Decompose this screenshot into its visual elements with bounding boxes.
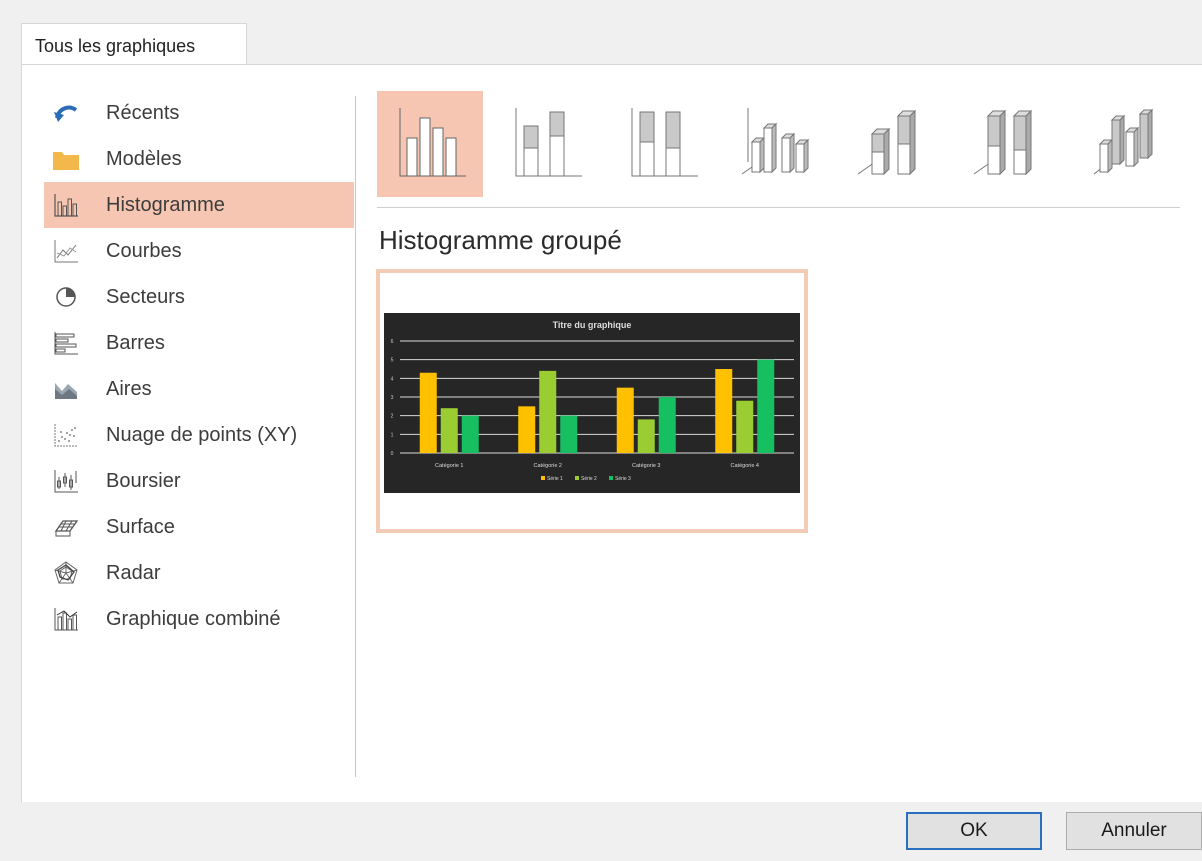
category-radar[interactable]: Radar <box>44 550 354 596</box>
preview-chart-svg: 0 1 2 3 4 5 6 Catégorie 1 Catégorie 2 Catégorie 3… <box>384 313 800 493</box>
undo-arrow-icon <box>52 99 80 127</box>
category-column[interactable]: Histogramme <box>44 182 354 228</box>
column-chart-icon <box>52 191 80 219</box>
y-tick-label: 1 <box>391 432 394 438</box>
category-recent[interactable]: Récents <box>44 90 354 136</box>
category-bar[interactable]: Barres <box>44 320 354 366</box>
category-label: Courbes <box>106 239 182 262</box>
category-pie[interactable]: Secteurs <box>44 274 354 320</box>
category-label: Boursier <box>106 469 181 492</box>
category-divider <box>355 96 356 777</box>
legend-swatch <box>609 476 613 480</box>
radar-chart-icon <box>52 559 80 587</box>
3d-stacked-column-icon <box>854 102 934 187</box>
category-label: Secteurs <box>106 285 185 308</box>
stacked-100-column-icon <box>622 102 702 187</box>
subtype-clustered-column[interactable] <box>377 91 483 197</box>
chart-category-list: Récents Modèles Histogramme Courbes Sect… <box>44 90 354 642</box>
bar <box>736 400 754 453</box>
y-tick-label: 2 <box>391 414 394 420</box>
category-label: Modèles <box>106 147 182 170</box>
bar <box>440 408 458 453</box>
subtype-3d-clustered-column[interactable] <box>725 91 831 197</box>
legend-label: Série 1 <box>547 476 563 482</box>
category-label: Barres <box>106 331 165 354</box>
tab-all-charts[interactable]: Tous les graphiques <box>21 23 247 65</box>
category-label: Radar <box>106 561 161 584</box>
category-label: Récents <box>106 101 180 124</box>
stacked-column-icon <box>506 102 586 187</box>
subtype-stacked-100-column[interactable] <box>609 91 715 197</box>
combo-chart-icon <box>52 605 80 633</box>
bar <box>461 415 479 453</box>
ok-button[interactable]: OK <box>906 812 1042 850</box>
bar <box>518 406 536 453</box>
clustered-column-icon <box>390 102 470 187</box>
subtype-3d-column[interactable] <box>1073 91 1179 197</box>
bar <box>616 387 634 453</box>
legend-swatch <box>541 476 545 480</box>
bar <box>560 415 578 453</box>
chart-title: Titre du graphique <box>553 320 632 330</box>
y-tick-label: 0 <box>391 451 394 457</box>
x-tick-label: Catégorie 2 <box>534 463 562 469</box>
3d-column-icon <box>1086 102 1166 187</box>
x-tick-label: Catégorie 4 <box>731 463 759 469</box>
category-scatter[interactable]: Nuage de points (XY) <box>44 412 354 458</box>
category-surface[interactable]: Surface <box>44 504 354 550</box>
bar <box>757 359 775 453</box>
subtype-3d-stacked-column[interactable] <box>841 91 947 197</box>
category-label: Aires <box>106 377 152 400</box>
3d-clustered-column-icon <box>738 102 818 187</box>
area-chart-icon <box>52 375 80 403</box>
category-stock[interactable]: Boursier <box>44 458 354 504</box>
category-combo[interactable]: Graphique combiné <box>44 596 354 642</box>
category-label: Graphique combiné <box>106 607 281 630</box>
chart-type-panel: Récents Modèles Histogramme Courbes Sect… <box>21 64 1202 802</box>
bar <box>637 419 655 453</box>
subtype-stacked-column[interactable] <box>493 91 599 197</box>
folder-icon <box>52 145 80 173</box>
surface-chart-icon <box>52 513 80 541</box>
stock-chart-icon <box>52 467 80 495</box>
scatter-chart-icon <box>52 421 80 449</box>
x-tick-label: Catégorie 3 <box>632 463 660 469</box>
pie-chart-icon <box>52 283 80 311</box>
category-area[interactable]: Aires <box>44 366 354 412</box>
subtype-3d-stacked-100-column[interactable] <box>957 91 1063 197</box>
legend-label: Série 3 <box>615 476 631 482</box>
gallery-divider <box>377 207 1180 208</box>
category-label: Histogramme <box>106 193 225 216</box>
y-tick-label: 4 <box>391 376 394 382</box>
y-tick-label: 6 <box>391 339 394 345</box>
bar <box>715 369 733 453</box>
bar <box>419 372 437 453</box>
bar <box>658 397 676 453</box>
bar <box>539 370 557 453</box>
category-label: Nuage de points (XY) <box>106 423 298 446</box>
cancel-button[interactable]: Annuler <box>1066 812 1202 850</box>
preview-title: Histogramme groupé <box>379 225 622 255</box>
bar-chart-icon <box>52 329 80 357</box>
line-chart-icon <box>52 237 80 265</box>
chart-preview[interactable]: 0 1 2 3 4 5 6 Catégorie 1 Catégorie 2 Catégorie 3… <box>376 269 808 533</box>
y-tick-label: 5 <box>391 358 394 364</box>
x-tick-label: Catégorie 1 <box>435 463 463 469</box>
category-templates[interactable]: Modèles <box>44 136 354 182</box>
y-tick-label: 3 <box>391 395 394 401</box>
legend-swatch <box>575 476 579 480</box>
category-line[interactable]: Courbes <box>44 228 354 274</box>
legend-label: Série 2 <box>581 476 597 482</box>
3d-stacked-100-column-icon <box>970 102 1050 187</box>
category-label: Surface <box>106 515 175 538</box>
